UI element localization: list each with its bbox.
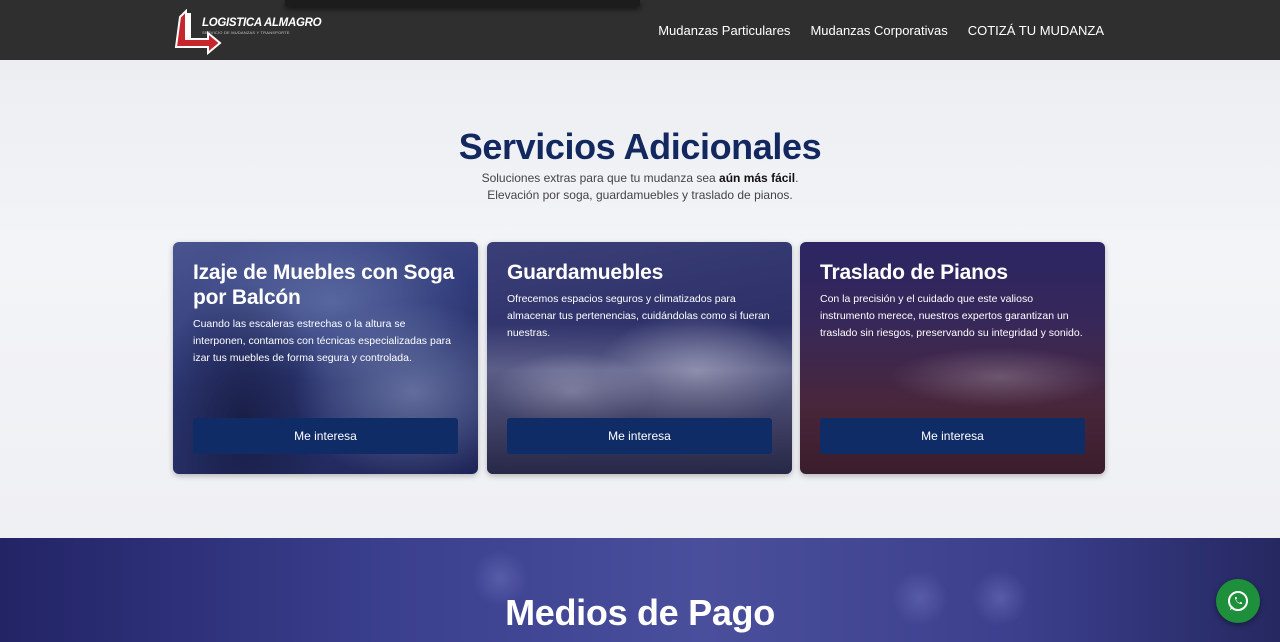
nav-mudanzas-corporativas[interactable]: Mudanzas Corporativas xyxy=(810,23,947,38)
main-nav: Mudanzas Particulares Mudanzas Corporati… xyxy=(658,23,1104,38)
card-title: Traslado de Pianos xyxy=(820,261,1008,284)
me-interesa-button[interactable]: Me interesa xyxy=(193,418,458,454)
card-title: Izaje de Muebles con Soga por Balcón xyxy=(193,261,455,309)
subtitle-text: Soluciones extras para que tu mudanza se… xyxy=(481,171,720,185)
whatsapp-button[interactable] xyxy=(1216,579,1260,623)
service-card-pianos: Traslado de Pianos Con la precisión y el… xyxy=(800,242,1105,474)
subtitle-bold: aún más fácil xyxy=(719,171,796,185)
service-card-izaje: Izaje de Muebles con Soga por Balcón Cua… xyxy=(173,242,478,474)
logo[interactable]: LOGISTICA ALMAGRO SERVICIO DE MUDANZAS Y… xyxy=(172,8,322,56)
nav-cotiza-tu-mudanza[interactable]: COTIZÁ TU MUDANZA xyxy=(968,23,1104,38)
service-card-guardamuebles: Guardamuebles Ofrecemos espacios seguros… xyxy=(487,242,792,474)
me-interesa-button[interactable]: Me interesa xyxy=(820,418,1085,454)
subtitle-line-2: Elevación por soga, guardamuebles y tras… xyxy=(487,188,793,202)
logo-tagline: SERVICIO DE MUDANZAS Y TRANSPORTE xyxy=(202,30,290,35)
card-description: Ofrecemos espacios seguros y climatizado… xyxy=(507,293,770,339)
me-interesa-button[interactable]: Me interesa xyxy=(507,418,772,454)
subtitle-end: . xyxy=(795,171,799,185)
card-description: Con la precisión y el cuidado que este v… xyxy=(820,293,1083,339)
header-decoration xyxy=(285,0,640,6)
whatsapp-icon xyxy=(1228,591,1248,611)
site-header: LOGISTICA ALMAGRO SERVICIO DE MUDANZAS Y… xyxy=(0,0,1280,60)
logo-text: LOGISTICA ALMAGRO xyxy=(202,17,322,29)
card-title: Guardamuebles xyxy=(507,261,664,284)
card-description: Cuando las escaleras estrechas o la altu… xyxy=(193,318,451,364)
nav-mudanzas-particulares[interactable]: Mudanzas Particulares xyxy=(658,23,790,38)
services-subtitle: Soluciones extras para que tu mudanza se… xyxy=(0,170,1280,204)
payments-title: Medios de Pago xyxy=(505,592,775,633)
services-title: Servicios Adicionales xyxy=(458,126,822,167)
